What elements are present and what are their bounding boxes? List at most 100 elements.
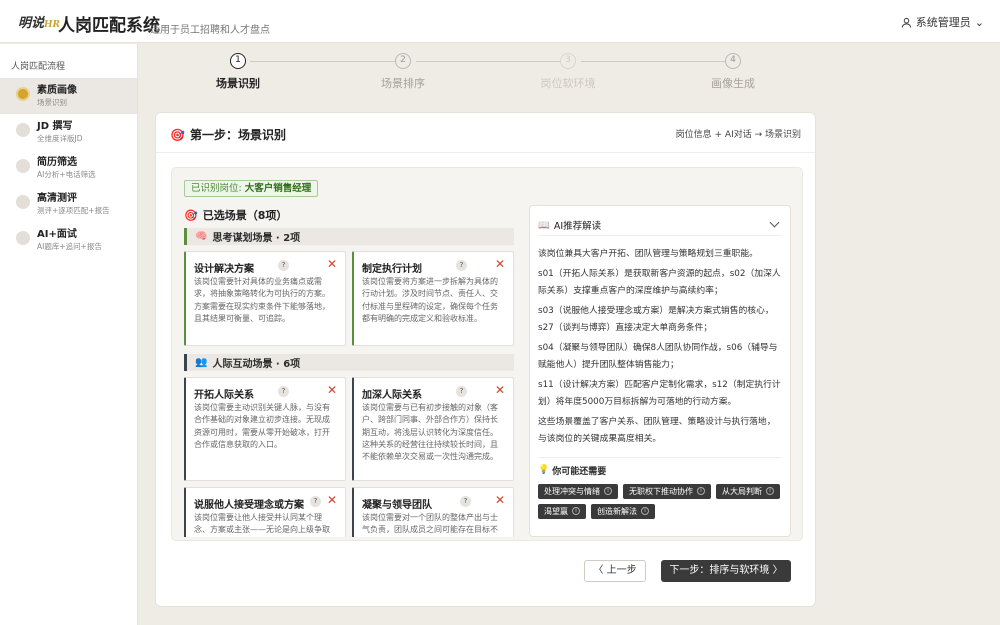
close-icon[interactable]: ✕ — [327, 257, 337, 271]
sidebar-item-label: AI+面试 — [37, 229, 77, 240]
card-title: 🎯 第一步：场景识别 — [170, 127, 286, 143]
scene-card[interactable]: 加深人际关系 ? ✕ 该岗位需要与已有初步接触的对象（客户、跨部门同事、外部合作… — [352, 377, 514, 481]
close-icon[interactable]: ✕ — [495, 257, 505, 271]
step-soft-environment: 3 岗位软环境 — [508, 53, 628, 91]
info-icon[interactable]: i — [766, 487, 774, 495]
ai-paragraph: 这些场景覆盖了客户关系、团队管理、策略设计与执行落地，与该岗位的关键成果高度相关… — [538, 416, 776, 445]
sidebar: 人岗匹配流程 素质画像 场景识别 JD 撰写 全维度详版JD 简历筛选 AI分析… — [0, 44, 138, 625]
target-icon: 🎯 — [184, 208, 198, 222]
scene-desc: 该岗位需要对一个团队的整体产出与士气负责，团队成员之间可能存在目标不一致的情况。 — [362, 513, 498, 535]
step-label: 场景排序 — [381, 77, 425, 90]
help-icon[interactable]: ? — [460, 496, 471, 507]
sidebar-item-label: 高清测评 — [37, 193, 77, 204]
sidebar-item-interview[interactable]: AI+面试 AI题库+追问+报告 — [0, 222, 137, 258]
group-header: 🧠 思考谋划场景 · 2项 — [184, 228, 514, 245]
ai-recommendation-panel: 📖 AI推荐解读 该岗位兼具大客户开拓、团队管理与策略规划三重职能。 s01（开拓… — [529, 205, 791, 537]
scene-desc: 该岗位需要针对具体的业务痛点或需求，将抽象策略转化为可执行的方案。方案需要在现实… — [194, 277, 330, 323]
sidebar-item-assessment[interactable]: 高清测评 测评+逐项匹配+报告 — [0, 186, 137, 222]
ai-panel-title: AI推荐解读 — [553, 221, 602, 232]
scene-title: 加深人际关系 — [362, 390, 422, 401]
help-icon[interactable]: ? — [456, 260, 467, 271]
step-dot-icon — [16, 195, 30, 209]
ai-paragraph: 该岗位兼具大客户开拓、团队管理与策略规划三重职能。 — [538, 249, 758, 259]
sidebar-item-desc: AI分析+电话筛选 — [37, 170, 96, 179]
sidebar-item-desc: 场景识别 — [37, 98, 67, 107]
next-step-button[interactable]: 下一步：排序与软环境 〉 — [661, 560, 791, 582]
help-icon[interactable]: ? — [278, 386, 289, 397]
suggestion-chip[interactable]: 渴望赢 i — [538, 503, 586, 519]
scene-card[interactable]: 制定执行计划 ? ✕ 该岗位需要将方案进一步拆解为具体的行动计划。涉及时间节点、… — [352, 251, 514, 346]
scene-desc: 该岗位需要主动识别关键人脉，与没有合作基础的对象建立初步连接。无现成资源可用时，… — [194, 403, 330, 449]
step-number: 2 — [395, 53, 411, 69]
ai-paragraph: s11（设计解决方案）匹配客户定制化需求，s12（制定执行计划）将年度5000万… — [538, 379, 781, 408]
suggestion-chip[interactable]: 从大局判断 i — [716, 483, 780, 499]
help-icon[interactable]: ? — [310, 496, 321, 507]
suggestion-section: 💡 你可能还需要 处理冲突与情绪 i 无职权下推动协作 i 从大局判断 i 渴望赢 i 创… — [538, 456, 782, 519]
close-icon[interactable]: ✕ — [495, 493, 505, 507]
brain-icon: 🧠 — [195, 231, 208, 242]
step-dot-icon — [16, 123, 30, 137]
scene-panel: 已识别岗位: 大客户销售经理 🎯 已选场景（8项） 🧠 思考谋划场景 · 2项 … — [171, 167, 803, 541]
step-scene-recognition[interactable]: 1 场景识别 — [178, 53, 298, 91]
scene-card[interactable]: 开拓人际关系 ? ✕ 该岗位需要主动识别关键人脉，与没有合作基础的对象建立初步连… — [184, 377, 346, 481]
ai-panel-body: 该岗位兼具大客户开拓、团队管理与策略规划三重职能。 s01（开拓人际关系）是获取… — [530, 236, 790, 449]
scene-card[interactable]: 说服他人接受理念或方案 ? ✕ 该岗位需要让他人接受并认同某个理念、方案或主张—… — [184, 487, 346, 537]
prev-step-button[interactable]: 〈 上一步 — [584, 560, 646, 582]
card-path: 岗位信息 + AI对话 → 场景识别 — [675, 130, 801, 140]
ai-paragraph: s03（说服他人接受理念或方案）是解决方案式销售的核心，s27（谈判与博弈）直接… — [538, 305, 774, 334]
step-scene-ranking[interactable]: 2 场景排序 — [343, 53, 463, 91]
scene-title: 开拓人际关系 — [194, 390, 254, 401]
step-label: 场景识别 — [216, 77, 260, 90]
sidebar-item-resume[interactable]: 简历筛选 AI分析+电话筛选 — [0, 150, 137, 186]
selected-scenes-title: 🎯 已选场景（8项） — [184, 208, 288, 223]
step-profile-generation[interactable]: 4 画像生成 — [673, 53, 793, 91]
group-header: 👥 人际互动场景 · 6项 — [184, 354, 514, 371]
scene-title: 制定执行计划 — [362, 264, 422, 275]
sidebar-item-desc: 测评+逐项匹配+报告 — [37, 206, 110, 215]
logo: 明说HR — [18, 16, 60, 31]
scene-desc: 该岗位需要让他人接受并认同某个理念、方案或主张——无论是向上级争取资源，还是向客… — [194, 513, 330, 535]
step-dot-icon — [16, 231, 30, 245]
info-icon[interactable]: i — [572, 507, 580, 515]
sidebar-item-label: JD 撰写 — [37, 121, 73, 132]
close-icon[interactable]: ✕ — [327, 493, 337, 507]
scene-card[interactable]: 设计解决方案 ? ✕ 该岗位需要针对具体的业务痛点或需求，将抽象策略转化为可执行… — [184, 251, 346, 346]
info-icon[interactable]: i — [641, 507, 649, 515]
selected-scenes-list[interactable]: 🎯 已选场景（8项） 🧠 思考谋划场景 · 2项 设计解决方案 ? ✕ 该岗位需… — [184, 205, 514, 537]
scene-card[interactable]: 凝聚与领导团队 ? ✕ 该岗位需要对一个团队的整体产出与士气负责，团队成员之间可… — [352, 487, 514, 537]
sidebar-item-profile[interactable]: 素质画像 场景识别 — [0, 78, 137, 114]
suggestion-chip[interactable]: 无职权下推动协作 i — [623, 483, 711, 499]
close-icon[interactable]: ✕ — [495, 383, 505, 397]
user-name: 系统管理员 — [915, 16, 971, 29]
user-menu[interactable]: 系统管理员 ⌄ — [901, 14, 984, 30]
scene-desc: 该岗位需要与已有初步接触的对象（客户、跨部门同事、外部合作方）保持长期互动，将浅… — [362, 403, 498, 462]
step-number: 3 — [560, 53, 576, 69]
info-icon[interactable]: i — [604, 487, 612, 495]
step-label: 岗位软环境 — [540, 77, 596, 90]
stepper: 1 场景识别 2 场景排序 3 岗位软环境 4 画像生成 — [180, 50, 820, 95]
ai-panel-header[interactable]: 📖 AI推荐解读 — [538, 206, 782, 236]
sidebar-item-jd[interactable]: JD 撰写 全维度详版JD — [0, 114, 137, 150]
book-icon: 📖 — [538, 219, 550, 231]
step-label: 画像生成 — [711, 77, 755, 90]
sidebar-item-label: 素质画像 — [37, 85, 77, 96]
scene-title: 凝聚与领导团队 — [362, 500, 432, 511]
ai-paragraph: s04（凝聚与领导团队）确保8人团队协同作战，s06（辅导与赋能他人）提升团队整… — [538, 342, 778, 371]
suggestion-chip[interactable]: 处理冲突与情绪 i — [538, 483, 618, 499]
app-title: 人岗匹配系统 — [58, 16, 160, 36]
card-header: 🎯 第一步：场景识别 岗位信息 + AI对话 → 场景识别 — [156, 113, 815, 153]
info-icon[interactable]: i — [697, 487, 705, 495]
main-card: 🎯 第一步：场景识别 岗位信息 + AI对话 → 场景识别 已识别岗位: 大客户… — [155, 112, 816, 607]
suggestion-title: 你可能还需要 — [552, 466, 607, 477]
help-icon[interactable]: ? — [456, 386, 467, 397]
chevron-down-icon[interactable] — [769, 217, 780, 228]
sidebar-item-desc: AI题库+追问+报告 — [37, 242, 102, 251]
scene-title: 设计解决方案 — [194, 264, 254, 275]
help-icon[interactable]: ? — [278, 260, 289, 271]
suggestion-chip[interactable]: 创造新解法 i — [591, 503, 655, 519]
close-icon[interactable]: ✕ — [327, 383, 337, 397]
sidebar-item-desc: 全维度详版JD — [37, 134, 83, 143]
chevron-down-icon: ⌄ — [974, 15, 984, 29]
top-bar: 明说HR 人岗匹配系统 适用于员工招聘和人才盘点 系统管理员 ⌄ — [0, 0, 1000, 43]
step-dot-icon — [16, 87, 30, 101]
